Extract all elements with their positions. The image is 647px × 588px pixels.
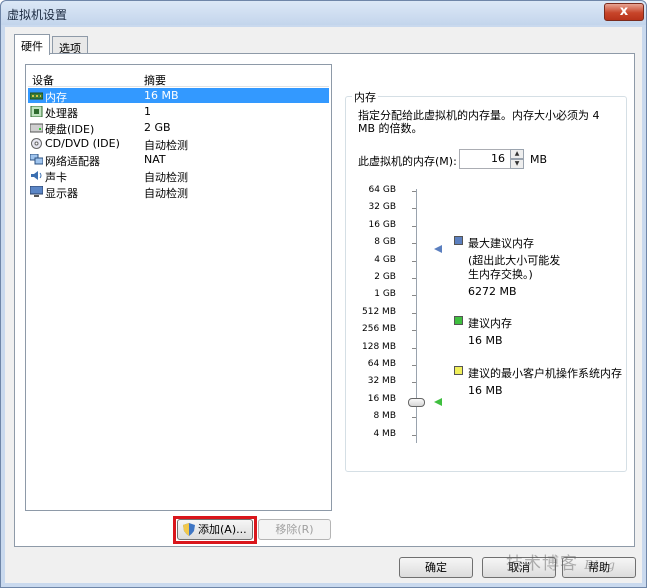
memory-scale-label: 64 MB <box>367 359 396 369</box>
memory-slider-thumb[interactable] <box>408 398 425 407</box>
recommended-title: 建议内存 <box>468 317 512 330</box>
memory-scale-label: 4 GB <box>374 254 396 265</box>
device-summary: 自动检测 <box>144 171 188 184</box>
device-name: CD/DVD (IDE) <box>45 137 120 150</box>
recommended-marker-icon <box>434 398 442 406</box>
network-adapter-icon <box>30 154 43 165</box>
ok-button[interactable]: 确定 <box>399 557 473 578</box>
memory-description: 指定分配给此虚拟机的内存量。内存大小必须为 4 MB 的倍数。 <box>358 109 600 135</box>
max-recommended-note: (超出此大小可能发生内存交换。) <box>468 254 561 281</box>
device-summary: 2 GB <box>144 121 171 134</box>
device-row-cd-dvd[interactable]: CD/DVD (IDE) 自动检测 <box>28 136 329 152</box>
recommended-swatch <box>454 316 463 325</box>
memory-scale-label: 64 GB <box>368 185 396 195</box>
watermark-main: 技术博客 <box>506 554 578 574</box>
hard-disk-icon <box>30 123 43 133</box>
recommended-value: 16 MB <box>468 334 503 347</box>
device-row-sound[interactable]: 声卡 自动检测 <box>28 168 329 184</box>
memory-scale-label: 256 MB <box>362 324 396 335</box>
memory-icon <box>30 92 43 100</box>
header-divider <box>28 86 329 87</box>
tab-hardware-label: 硬件 <box>21 40 43 53</box>
memory-size-input[interactable]: 16 <box>459 149 511 169</box>
memory-scale-label: 128 MB <box>362 341 396 352</box>
ok-button-label: 确定 <box>425 561 447 574</box>
device-row-hard-disk[interactable]: 硬盘(IDE) 2 GB <box>28 120 329 136</box>
memory-scale-label: 1 GB <box>374 289 396 300</box>
memory-field-label: 此虚拟机的内存(M): <box>358 155 457 168</box>
device-summary: 1 <box>144 105 151 118</box>
guest-min-swatch <box>454 366 463 375</box>
increase-arrow-icon[interactable]: ▲ <box>510 149 524 159</box>
memory-size-value: 16 <box>491 152 505 165</box>
shield-icon <box>183 523 195 536</box>
memory-scale-label: 16 GB <box>368 219 396 230</box>
add-button-label: 添加(A)... <box>198 523 247 536</box>
window-title: 虚拟机设置 <box>7 8 68 22</box>
memory-scale-label: 4 MB <box>373 428 396 439</box>
remove-button-label: 移除(R) <box>275 523 314 536</box>
device-row-display[interactable]: 显示器 自动检测 <box>28 184 329 200</box>
memory-group-title: 内存 <box>352 89 378 105</box>
hardware-panel: 设备 摘要 内存 16 MB 处理器 1 硬盘(IDE) 2 GB CD/DVD… <box>14 53 635 547</box>
memory-scale-label: 32 MB <box>367 376 396 387</box>
device-summary: 自动检测 <box>144 139 188 152</box>
memory-scale-label: 16 MB <box>367 393 396 404</box>
add-hardware-button[interactable]: 添加(A)... <box>177 519 253 540</box>
memory-scale-label: 512 MB <box>362 306 396 317</box>
sound-card-icon <box>31 171 42 180</box>
device-row-processor[interactable]: 处理器 1 <box>28 104 329 120</box>
cd-dvd-icon <box>31 138 42 149</box>
device-row-network[interactable]: 网络适配器 NAT <box>28 152 329 168</box>
remove-hardware-button[interactable]: 移除(R) <box>258 519 331 540</box>
dialog-client: 硬件 选项 设备 摘要 内存 16 MB 处理器 1 硬盘(IDE) 2 GB … <box>5 27 642 583</box>
device-row-memory[interactable]: 内存 16 MB <box>28 88 329 104</box>
decrease-arrow-icon[interactable]: ▼ <box>510 159 524 169</box>
device-summary: 16 MB <box>144 89 179 102</box>
blog-watermark: 技术博客 Blog <box>506 549 616 574</box>
memory-size-stepper[interactable]: ▲ ▼ <box>510 149 524 169</box>
processor-icon <box>30 106 43 117</box>
device-name: 内存 <box>45 91 67 104</box>
title-bar[interactable]: 虚拟机设置 x <box>1 1 646 25</box>
memory-scale-label: 8 MB <box>373 411 396 422</box>
device-name: 网络适配器 <box>45 155 100 168</box>
max-recommended-value: 6272 MB <box>468 285 517 298</box>
memory-scale-label: 2 GB <box>374 272 396 282</box>
watermark-sub: Blog <box>584 558 616 572</box>
device-name: 硬盘(IDE) <box>45 123 95 136</box>
device-name: 处理器 <box>45 107 78 120</box>
memory-group: 内存 指定分配给此虚拟机的内存量。内存大小必须为 4 MB 的倍数。 此虚拟机的… <box>345 89 627 472</box>
max-recommended-marker-icon <box>434 245 442 253</box>
memory-scale-label: 8 GB <box>374 237 396 248</box>
device-list[interactable]: 设备 摘要 内存 16 MB 处理器 1 硬盘(IDE) 2 GB CD/DVD… <box>25 64 332 511</box>
max-recommended-swatch <box>454 236 463 245</box>
guest-min-title: 建议的最小客户机操作系统内存 <box>468 367 622 380</box>
device-name: 声卡 <box>45 171 67 184</box>
close-button[interactable]: x <box>604 3 644 21</box>
max-recommended-title: 最大建议内存 <box>468 237 534 250</box>
vm-settings-window: 虚拟机设置 x 硬件 选项 设备 摘要 内存 16 MB 处理器 1 硬盘(ID… <box>0 0 647 588</box>
memory-unit-label: MB <box>530 153 548 166</box>
device-summary: NAT <box>144 153 166 166</box>
memory-scale-label: 32 GB <box>368 202 396 213</box>
tab-hardware[interactable]: 硬件 <box>14 34 50 55</box>
device-name: 显示器 <box>45 187 78 200</box>
guest-min-value: 16 MB <box>468 384 503 397</box>
device-summary: 自动检测 <box>144 187 188 200</box>
display-icon <box>30 186 43 197</box>
